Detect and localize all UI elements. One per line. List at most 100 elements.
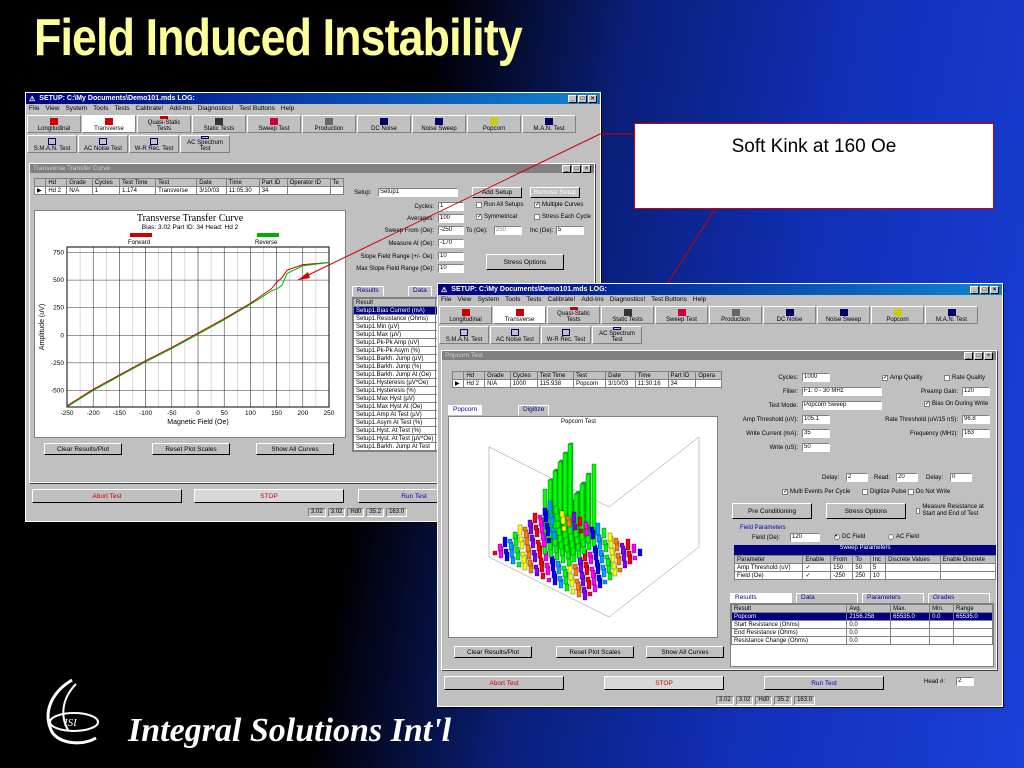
maximize-button[interactable]: □ [572, 164, 581, 173]
field-input[interactable]: 120 [962, 387, 990, 396]
table-row[interactable]: Setup1.Barkh. Jump At Test-10 [353, 442, 441, 451]
maximize-button[interactable]: □ [578, 94, 587, 103]
field-input[interactable]: -250 [438, 226, 464, 235]
show-all-curves-button[interactable]: Show All Curves [646, 646, 724, 658]
grid-header[interactable]: Cycles [91, 178, 120, 187]
minimize-button[interactable]: _ [970, 285, 979, 294]
checkbox-bias-on-during-write[interactable]: ✓ Bias On During Write [924, 401, 988, 407]
tab-results[interactable]: Results [352, 286, 384, 296]
tab-results[interactable]: Results [730, 593, 792, 603]
tool-ac-spectrum-test[interactable]: AC Spectrum Test [592, 326, 642, 344]
field-input[interactable]: 1 [438, 202, 464, 211]
reset-plot-scales-button[interactable]: Reset Plot Scales [152, 443, 230, 455]
maximize-button[interactable]: □ [980, 285, 989, 294]
menu-calibrate[interactable]: Calibrate! [548, 296, 576, 304]
remove-setup-button[interactable]: Remove Setup [530, 187, 580, 198]
grid-header[interactable]: Date [196, 178, 227, 187]
table-row[interactable]: End Resistance (Ohms) 0.0 [730, 628, 994, 637]
minimize-button[interactable]: _ [562, 164, 571, 173]
setup-select[interactable]: Setup1 [378, 188, 458, 197]
delay-field-2[interactable]: 0 [950, 473, 972, 482]
tool-production[interactable]: Production [709, 306, 762, 324]
grid-header[interactable]: Grade [484, 371, 511, 380]
grid-header[interactable]: Part ID [667, 371, 697, 380]
field-input[interactable]: F1: 0 - 30 MHz [802, 387, 882, 396]
stress-options-button[interactable]: Stress Options [486, 254, 564, 270]
measure-resistance-checkbox[interactable]: Measure Resistance at Start and End of T… [916, 504, 994, 518]
results-header[interactable]: Result [353, 298, 437, 307]
menu-addins[interactable]: Add-Ins [169, 105, 191, 113]
table-row[interactable]: Setup1.Bias Current (mA)3.0 [353, 306, 441, 315]
tab-parameters[interactable]: Parameters [862, 593, 924, 603]
close-button[interactable]: × [990, 285, 999, 294]
table-row[interactable]: Setup1.Hyst. At Test (%)0.0 [353, 426, 441, 435]
tool-ac-noise-test[interactable]: AC Noise Test [490, 326, 540, 344]
child-title-bar[interactable]: Popcorn Test _ □ × [442, 351, 996, 360]
minimize-button[interactable]: _ [568, 94, 577, 103]
abort-test-button[interactable]: Abort Test [444, 676, 564, 690]
field-input[interactable]: 100 [438, 214, 464, 223]
tool-sweep-test[interactable]: Sweep Test [247, 115, 301, 133]
table-row[interactable]: Setup1.Hysteresis (µV*Oe)653 [353, 378, 441, 387]
menu-testbuttons[interactable]: Test Buttons [651, 296, 687, 304]
grid-header[interactable]: Test [572, 371, 607, 380]
field-input[interactable]: 50 [802, 443, 830, 452]
table-row[interactable]: Resistance Change (Ohms) 0.0 [730, 636, 994, 645]
grid-header[interactable]: Test Time [536, 371, 574, 380]
menu-tools[interactable]: Tools [505, 296, 520, 304]
tool-longitudinal[interactable]: Longitudinal [27, 115, 81, 133]
to-field[interactable]: 250 [494, 226, 522, 235]
table-row[interactable]: Field (Oe) ✓ -250 250 10 [733, 571, 996, 580]
checkbox-rate-quality[interactable]: Rate Quality [944, 375, 985, 381]
table-row[interactable]: Setup1.Asym At Test (%)11.0 [353, 418, 441, 427]
checkbox-symmetrical[interactable]: ✓ Symmetrical [476, 214, 517, 220]
table-row[interactable]: Setup1.Hysteresis (%)1.8 [353, 386, 441, 395]
tool-ac-spectrum-test[interactable]: AC Spectrum Test [180, 135, 230, 153]
menu-file[interactable]: File [29, 105, 39, 113]
tab-data[interactable]: Data [408, 286, 432, 296]
field-input[interactable]: 10 [438, 252, 464, 261]
menu-diagnostics[interactable]: Diagnostics! [610, 296, 645, 304]
title-bar[interactable]: ⚠ SETUP: C:\My Documents\Demo101.mds LOG:… [438, 284, 1002, 295]
menu-addins[interactable]: Add-Ins [581, 296, 603, 304]
checkbox-digitize-pulse[interactable]: Digitize Pulse [862, 489, 906, 495]
child-title-bar[interactable]: Transverse Transfer Curve _ □ × [30, 164, 594, 173]
sweep-header[interactable]: From [830, 555, 854, 564]
show-all-curves-button[interactable]: Show All Curves [256, 443, 334, 455]
grid-header[interactable]: Operator ID [286, 178, 331, 187]
grid-header[interactable]: Cycles [509, 371, 538, 380]
reset-plot-scales-button[interactable]: Reset Plot Scales [556, 646, 634, 658]
menu-file[interactable]: File [441, 296, 451, 304]
tool-transverse[interactable]: Transverse [82, 115, 136, 133]
menu-tests[interactable]: Tests [114, 105, 129, 113]
sweep-header[interactable]: Discrete Values [885, 555, 941, 564]
tool-w-r-rec-test[interactable]: W-R Rec. Test [541, 326, 591, 344]
tool-ac-noise-test[interactable]: AC Noise Test [78, 135, 128, 153]
tool-popcorn[interactable]: Popcorn [467, 115, 521, 133]
results-header[interactable]: Max. [890, 604, 931, 613]
add-setup-button[interactable]: Add Setup [472, 187, 522, 198]
table-row[interactable]: Setup1.Pk-Pk Asym (%)8.7 [353, 346, 441, 355]
menu-help[interactable]: Help [281, 105, 294, 113]
tool-noise-sweep[interactable]: Noise Sweep [412, 115, 466, 133]
sweep-header[interactable]: Enable Discrete [939, 555, 996, 564]
tool-dc-noise[interactable]: DC Noise [763, 306, 816, 324]
menu-tests[interactable]: Tests [526, 296, 541, 304]
field-input[interactable]: 105.1 [802, 415, 830, 424]
grid-header[interactable]: Time [634, 371, 669, 380]
table-row[interactable]: Start Resistance (Ohms) 0.0 [730, 620, 994, 629]
tool-s-m-a-n-test[interactable]: S.M.A.N. Test [439, 326, 489, 344]
sweep-header[interactable]: Inc [869, 555, 887, 564]
tab-data[interactable]: Data [796, 593, 858, 603]
grid-header[interactable]: Test Time [118, 178, 157, 187]
table-row[interactable]: Setup1.Max Hyst (µV)66.0 [353, 394, 441, 403]
menu-view[interactable]: View [457, 296, 471, 304]
sweep-header[interactable]: Enable [802, 555, 832, 564]
field-input[interactable]: 1000 [802, 373, 830, 382]
tool-transverse[interactable]: Transverse [493, 306, 546, 324]
tool-static-tests[interactable]: Static Tests [192, 115, 246, 133]
table-row[interactable]: Setup1.Barkh. Jump (%)5.7 [353, 362, 441, 371]
field-input[interactable]: 96.8 [962, 415, 990, 424]
table-row[interactable]: Setup1.Barkh. Jump (µV)85.6 [353, 354, 441, 363]
menu-tools[interactable]: Tools [93, 105, 108, 113]
